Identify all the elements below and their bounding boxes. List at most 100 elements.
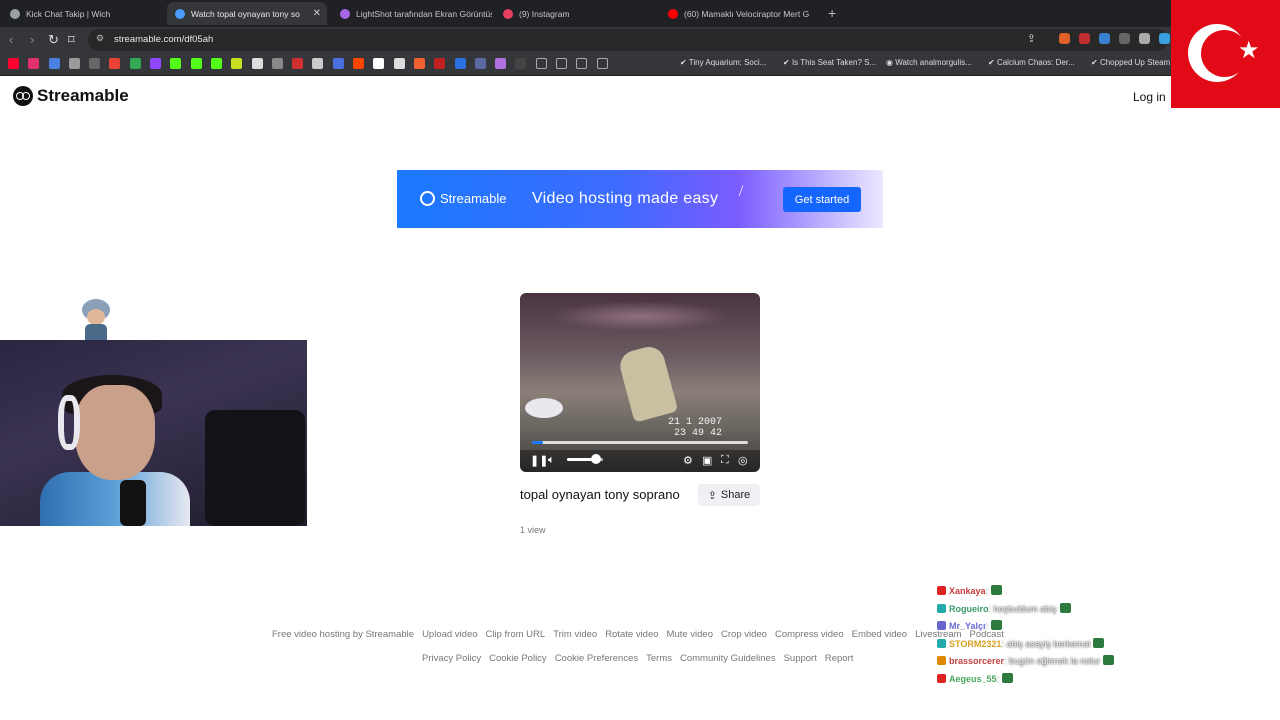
footer-link[interactable]: Cookie Preferences [555,653,638,664]
bookmark-icon[interactable] [271,58,283,69]
bookmark-icon[interactable] [393,58,405,69]
tab-bar: Kick Chat Takip | Wich Watch topal oynay… [0,0,1280,27]
footer-link[interactable]: Community Guidelines [680,653,776,664]
bookmark-item[interactable]: ✔ Calcium Chaos: Der... [988,58,1075,67]
bookmark-icon[interactable] [231,58,243,69]
bookmark-icon[interactable] [170,58,182,69]
footer-link[interactable]: Compress video [775,629,844,640]
footer-link[interactable]: Upload video [422,629,477,640]
bookmark-icon[interactable] [48,58,60,69]
footer-link[interactable]: Mute video [667,629,713,640]
tab-streamable[interactable]: Watch topal oynayan tony so ✕ [167,2,327,25]
streamable-logo-icon [13,86,33,106]
share-icon: ⇪ [707,489,717,502]
promo-banner[interactable]: Streamable Video hosting made easy ⟋ Get… [397,170,883,228]
login-link[interactable]: Log in [1133,90,1166,104]
chat-username: Mr_Yalçı [949,621,986,631]
reload-icon[interactable]: ↻ [48,32,59,48]
streamable-icon[interactable]: ◎ [738,454,748,467]
folder-icon[interactable] [576,58,588,69]
picture-in-picture-icon[interactable]: ▣ [702,454,712,467]
close-tab-icon[interactable]: ✕ [313,8,321,19]
seek-bar[interactable] [532,441,748,444]
bookmark-icon[interactable] [109,58,121,69]
extension-icon[interactable] [1139,33,1150,44]
folder-icon[interactable] [535,58,547,69]
video-timestamp: 21 1 2007 23 49 42 [668,417,723,439]
emote-icon [1002,672,1014,683]
site-info-icon[interactable]: ⚙ [96,33,104,44]
address-bar-row: ‹ › ↻ ⌑ ⚙ streamable.com/df05ah ⇪ [0,27,1280,53]
bookmark-icon[interactable] [129,58,141,69]
seek-progress [532,441,543,444]
extension-icon[interactable] [1159,33,1170,44]
settings-icon[interactable]: ⚙ [683,454,693,467]
bookmark-icon[interactable] [474,58,486,69]
footer-link[interactable]: Cookie Policy [489,653,547,664]
bookmark-icon[interactable] [150,58,162,69]
footer-link[interactable]: Support [784,653,817,664]
footer-link[interactable]: Crop video [721,629,767,640]
bookmark-favicons [8,58,608,69]
bookmark-item[interactable]: ◉ Watch analmorgulis... [886,58,972,67]
bookmark-icon[interactable] [89,58,101,69]
bookmark-item[interactable]: ✔ Chopped Up Steam [1091,58,1170,67]
brave-shield-icon[interactable] [1059,33,1070,44]
bookmark-icon[interactable] [28,58,40,69]
volume-handle[interactable] [590,454,601,464]
volume-slider[interactable] [567,454,603,464]
volume-icon[interactable]: 🔈︎ [548,454,555,467]
tab-kick-chat[interactable]: Kick Chat Takip | Wich [2,2,164,25]
streamable-logo[interactable]: Streamable [13,86,129,106]
video-title: topal oynayan tony soprano [520,487,680,502]
bookmark-icon[interactable] [312,58,324,69]
bookmark-icon[interactable] [8,58,19,69]
footer-link[interactable]: Trim video [553,629,597,640]
back-icon[interactable]: ‹ [9,32,13,47]
fullscreen-icon[interactable]: ⛶ [721,454,729,467]
banner-tagline: Video hosting made easy [532,190,719,207]
footer-link[interactable]: Embed video [852,629,907,640]
bookmark-icon[interactable] [515,58,527,69]
bookmark-icon[interactable] [292,58,304,69]
get-started-button[interactable]: Get started [783,187,861,212]
video-player[interactable]: 21 1 2007 23 49 42 ❚❚ 🔈︎ ⚙ ▣ ⛶ ◎ [520,293,760,472]
bookmark-icon[interactable] [373,58,385,69]
tab-lightshot[interactable]: LightShot tarafından Ekran Görüntüs [332,2,492,25]
bookmark-icon[interactable] [251,58,263,69]
bookmark-icon[interactable] [495,58,507,69]
bookmark-icon[interactable] [190,58,202,69]
tab-instagram[interactable]: (9) Instagram [495,2,655,25]
bookmark-icon[interactable] [68,58,80,69]
extension-icon[interactable] [1079,33,1090,44]
footer-link[interactable]: Privacy Policy [422,653,481,664]
footer-link[interactable]: Rotate video [605,629,658,640]
browser-chrome: Kick Chat Takip | Wich Watch topal oynay… [0,0,1280,76]
pause-icon[interactable]: ❚❚ [530,454,548,467]
extension-icon[interactable] [1119,33,1130,44]
bookmark-item[interactable]: ✔ Is This Seat Taken? S... [783,58,876,67]
bookmark-icon[interactable] [210,58,222,69]
bookmark-icon[interactable] [353,58,365,69]
chat-badge-icon [937,638,946,648]
url-field[interactable]: ⚙ streamable.com/df05ah ⇪ [88,29,1168,51]
bookmark-icon[interactable] [332,58,344,69]
footer-link[interactable]: Terms [646,653,672,664]
bookmark-icon[interactable] [434,58,446,69]
forward-icon[interactable]: › [30,32,34,47]
bookmark-icon[interactable] [454,58,466,69]
chat-badge-icon [937,673,946,683]
bookmark-icon[interactable] [413,58,425,69]
footer-link[interactable]: Report [825,653,854,664]
footer-link[interactable]: Clip from URL [486,629,546,640]
bookmark-icon[interactable]: ⌑ [68,32,75,48]
tab-youtube[interactable]: (60) Mamaklı Velociraptor Mert G [660,2,820,25]
folder-icon[interactable] [556,58,568,69]
share-page-icon[interactable]: ⇪ [1027,32,1036,45]
extension-icon[interactable] [1099,33,1110,44]
folder-icon[interactable] [596,58,608,69]
share-button[interactable]: ⇪ Share [698,484,760,506]
footer-link[interactable]: Free video hosting by Streamable [272,629,414,640]
bookmark-item[interactable]: ✔ Tiny Aquarium: Soci... [680,58,766,67]
new-tab-icon[interactable]: + [828,5,836,21]
